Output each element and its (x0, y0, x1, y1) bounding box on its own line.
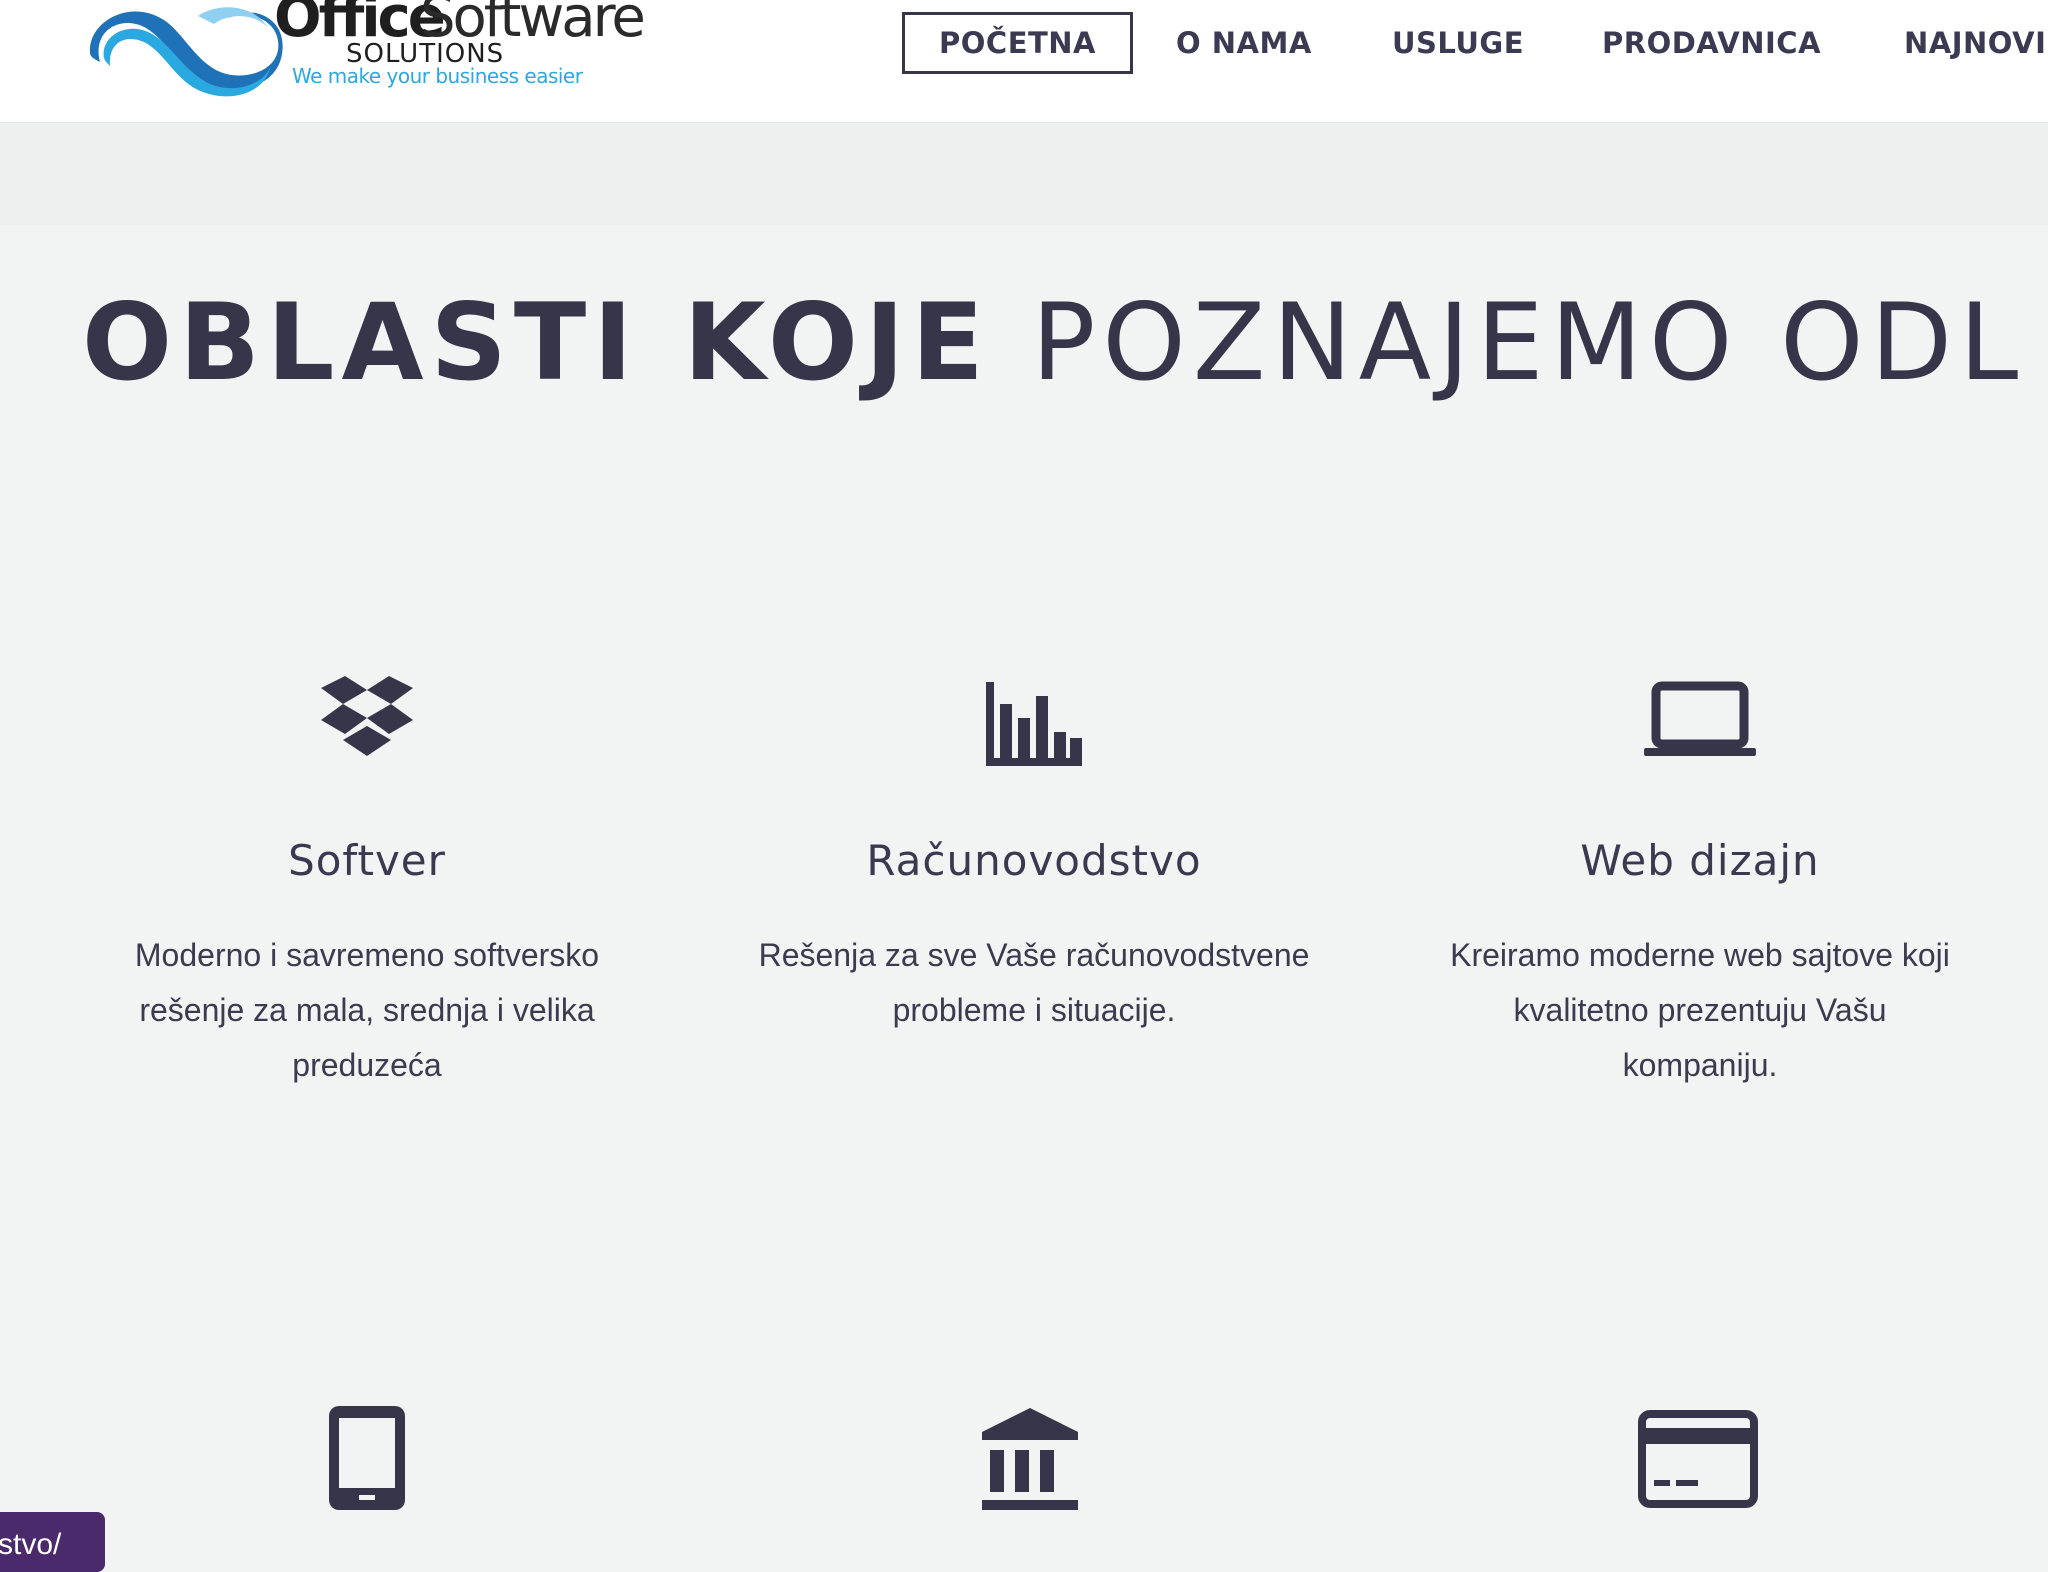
feature-card-softver: Softver Moderno i savremeno softversko r… (87, 676, 647, 1093)
header-band (0, 123, 2048, 225)
feature-description-line: kvalitetno prezentuju Vašu (1513, 992, 1887, 1029)
feature-description: Rešenja za sve Vaše računovodstvene prob… (754, 928, 1314, 1038)
feature-description-line: Rešenja za sve Vaše računovodstvene (758, 937, 1310, 974)
nav-item-najnovije[interactable]: NAJNOVI (1904, 12, 2046, 74)
site-logo[interactable]: Office Software SOLUTIONS We make your b… (78, 0, 646, 104)
nav-item-prodavnica[interactable]: PRODAVNICA (1602, 12, 1821, 74)
feature-card-web-dizajn: Web dizajn Kreiramo moderne web sajtove … (1420, 676, 1980, 1093)
feature-description-line: probleme i situacije. (892, 992, 1176, 1029)
feature-description-line: kompaniju. (1622, 1047, 1778, 1084)
feature-card-racunovodstvo: Računovodstvo Rešenja za sve Vaše računo… (754, 676, 1314, 1038)
nav-item-usluge[interactable]: USLUGE (1392, 12, 1524, 74)
corner-link-text: stvo/ (0, 1528, 62, 1561)
feature-title: Računovodstvo (866, 836, 1202, 885)
credit-card-icon (1638, 1410, 1758, 1508)
feature-description-line: preduzeća (292, 1047, 442, 1084)
corner-link-tag[interactable]: stvo/ (0, 1512, 105, 1572)
feature-description-line: Moderno i savremeno softversko (134, 937, 600, 974)
dropbox-icon (321, 676, 413, 756)
feature-description-line: rešenje za mala, srednja i velika (139, 992, 595, 1029)
feature-description: Kreiramo moderne web sajtove koji kvalit… (1430, 928, 1970, 1093)
section-title-bold: OBLASTI KOJE (82, 281, 991, 404)
nav-item-o-nama[interactable]: O NAMA (1176, 12, 1312, 74)
section-title: OBLASTI KOJE POZNAJEMO ODL (82, 290, 2025, 396)
section-title-light: POZNAJEMO ODL (1031, 281, 2026, 404)
feature-description: Moderno i savremeno softversko rešenje z… (117, 928, 617, 1093)
logo-swoosh-icon (89, 7, 283, 97)
bank-icon (982, 1408, 1078, 1510)
logo-tagline: We make your business easier (292, 64, 583, 88)
site-header: Office Software SOLUTIONS We make your b… (0, 0, 2048, 123)
tablet-icon (329, 1406, 405, 1510)
feature-title: Softver (288, 836, 446, 885)
feature-description-line: Kreiramo moderne web sajtove koji (1450, 937, 1950, 974)
laptop-icon (1644, 681, 1756, 756)
bar-chart-icon (986, 682, 1082, 766)
nav-item-pocetna[interactable]: POČETNA (902, 12, 1133, 74)
feature-title: Web dizajn (1580, 836, 1820, 885)
